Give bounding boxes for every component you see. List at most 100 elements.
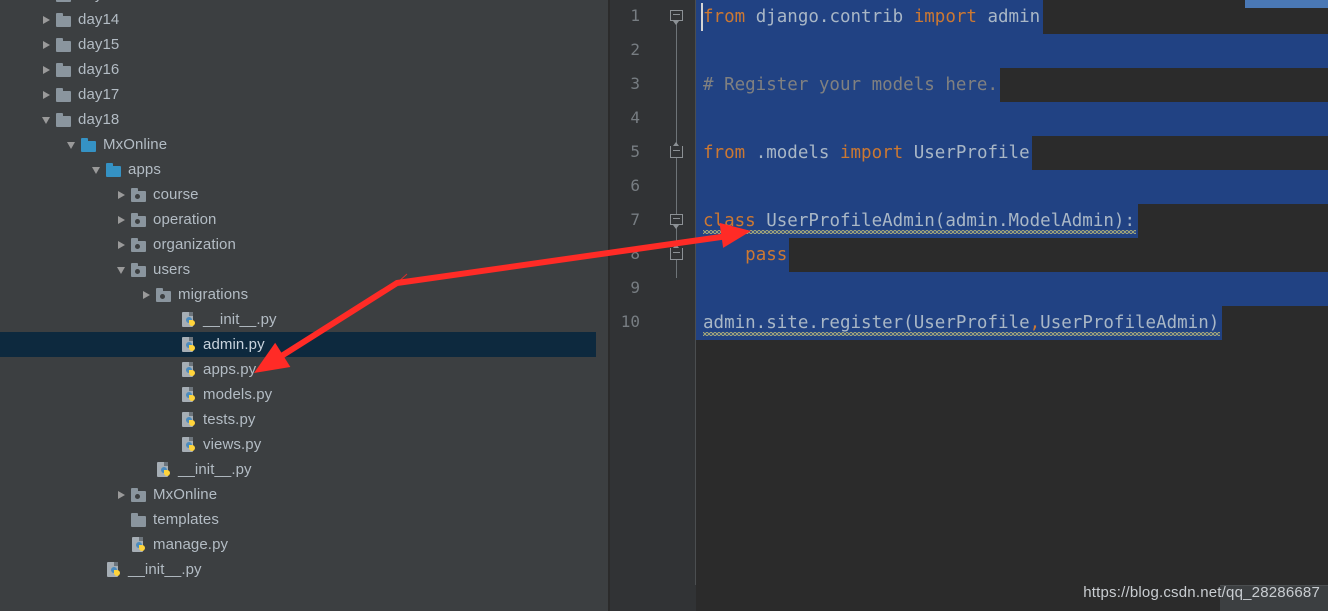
chevron-down-icon[interactable] — [39, 112, 55, 128]
code-token: UserProfile — [903, 143, 1030, 163]
text-caret — [701, 3, 703, 31]
chevron-right-icon[interactable] — [39, 12, 55, 28]
tree-row-label: manage.py — [153, 536, 229, 553]
fold-expanded-icon[interactable] — [670, 10, 684, 25]
folder-icon — [55, 87, 73, 103]
tree-row-label: course — [153, 186, 199, 203]
tree-row-mxonline[interactable]: MxOnline — [0, 132, 610, 157]
tree-row-label: tests.py — [203, 411, 256, 428]
chevron-right-icon[interactable] — [39, 87, 55, 103]
tree-row-templates[interactable]: templates — [0, 507, 610, 532]
line-number: 9 — [630, 278, 640, 297]
package-folder-icon — [130, 187, 148, 203]
code-content[interactable]: from django.contrib import admin # Regist… — [696, 0, 1328, 585]
code-token: import — [913, 7, 977, 27]
code-line[interactable]: pass — [703, 238, 787, 272]
tree-row-label: admin.py — [203, 336, 265, 353]
tree-row-label: MxOnline — [153, 486, 218, 503]
tree-row-manage-py[interactable]: manage.py — [0, 532, 610, 557]
package-folder-icon — [130, 237, 148, 253]
tree-row-organization[interactable]: organization — [0, 232, 610, 257]
code-line[interactable]: # Register your models here. — [703, 68, 998, 102]
tree-row-label: organization — [153, 236, 236, 253]
tree-row-label: apps — [128, 161, 161, 178]
code-line[interactable]: from django.contrib import admin — [703, 0, 1040, 34]
tree-row-init-py[interactable]: __init__.py — [0, 457, 610, 482]
tree-row-apps[interactable]: apps — [0, 157, 610, 182]
tree-row-migrations[interactable]: migrations — [0, 282, 610, 307]
chevron-right-icon[interactable] — [114, 212, 130, 228]
ide-window: day13 day14 day15 day16 day17 day18 MxOnline ap… — [0, 0, 1328, 611]
python-file-icon — [105, 561, 123, 578]
chevron-right-icon[interactable] — [39, 0, 55, 3]
tree-row-views-py[interactable]: views.py — [0, 432, 610, 457]
package-folder-icon — [130, 487, 148, 503]
tree-row-day15[interactable]: day15 — [0, 32, 610, 57]
tree-row-day18[interactable]: day18 — [0, 107, 610, 132]
line-number: 7 — [630, 210, 640, 229]
chevron-right-icon[interactable] — [114, 487, 130, 503]
tree-row-operation[interactable]: operation — [0, 207, 610, 232]
folder-icon — [55, 112, 73, 128]
tree-row-apps-py[interactable]: apps.py — [0, 357, 610, 382]
tree-row-mxonline[interactable]: MxOnline — [0, 482, 610, 507]
code-token: django.contrib — [745, 7, 914, 27]
chevron-down-icon[interactable] — [64, 137, 80, 153]
project-tree-panel[interactable]: day13 day14 day15 day16 day17 day18 MxOnline ap… — [0, 0, 610, 611]
code-line[interactable]: from .models import UserProfile — [703, 136, 1030, 170]
chevron-right-icon[interactable] — [139, 287, 155, 303]
tree-row-models-py[interactable]: models.py — [0, 382, 610, 407]
fold-end-icon[interactable] — [670, 142, 684, 160]
line-number: 4 — [630, 108, 640, 127]
selection-band — [696, 272, 1328, 306]
code-token: class — [703, 211, 756, 231]
code-token: UserProfileAdmin(admin.ModelAdmin): — [755, 211, 1135, 231]
fold-end-icon[interactable] — [670, 244, 684, 262]
tree-row-init-py[interactable]: __init__.py — [0, 557, 610, 582]
chevron-right-icon[interactable] — [39, 62, 55, 78]
project-tree-scrollbar-track[interactable] — [596, 0, 608, 611]
tree-row-day14[interactable]: day14 — [0, 7, 610, 32]
tree-row-tests-py[interactable]: tests.py — [0, 407, 610, 432]
code-token: .models — [745, 143, 840, 163]
chevron-down-icon[interactable] — [114, 262, 130, 278]
chevron-right-icon[interactable] — [114, 187, 130, 203]
tree-row-init-py[interactable]: __init__.py — [0, 307, 610, 332]
selection-band — [696, 34, 1328, 68]
tree-row-label: views.py — [203, 436, 262, 453]
chevron-down-icon[interactable] — [89, 162, 105, 178]
tree-row-course[interactable]: course — [0, 182, 610, 207]
python-file-icon — [180, 436, 198, 453]
editor-panel[interactable]: 1 2 3 4 5 6 7 8 9 10 from django.contrib import a… — [610, 0, 1328, 611]
code-token: from — [703, 7, 746, 27]
code-token: import — [839, 143, 904, 163]
tree-row-admin-py[interactable]: admin.py — [0, 332, 610, 357]
tree-row-users[interactable]: users — [0, 257, 610, 282]
chevron-right-icon[interactable] — [114, 237, 130, 253]
code-token: admin — [976, 7, 1041, 27]
editor-gutter[interactable]: 1 2 3 4 5 6 7 8 9 10 — [610, 0, 696, 611]
tree-row-label: __init__.py — [128, 561, 202, 578]
folder-icon — [55, 37, 73, 53]
tree-row-day17[interactable]: day17 — [0, 82, 610, 107]
tree-row-label: day18 — [78, 111, 120, 128]
tree-row-day16[interactable]: day16 — [0, 57, 610, 82]
tree-row-label: __init__.py — [178, 461, 252, 478]
fold-expanded-icon[interactable] — [670, 214, 684, 229]
tree-row-day13[interactable]: day13 — [0, 0, 610, 7]
chevron-right-icon[interactable] — [39, 37, 55, 53]
